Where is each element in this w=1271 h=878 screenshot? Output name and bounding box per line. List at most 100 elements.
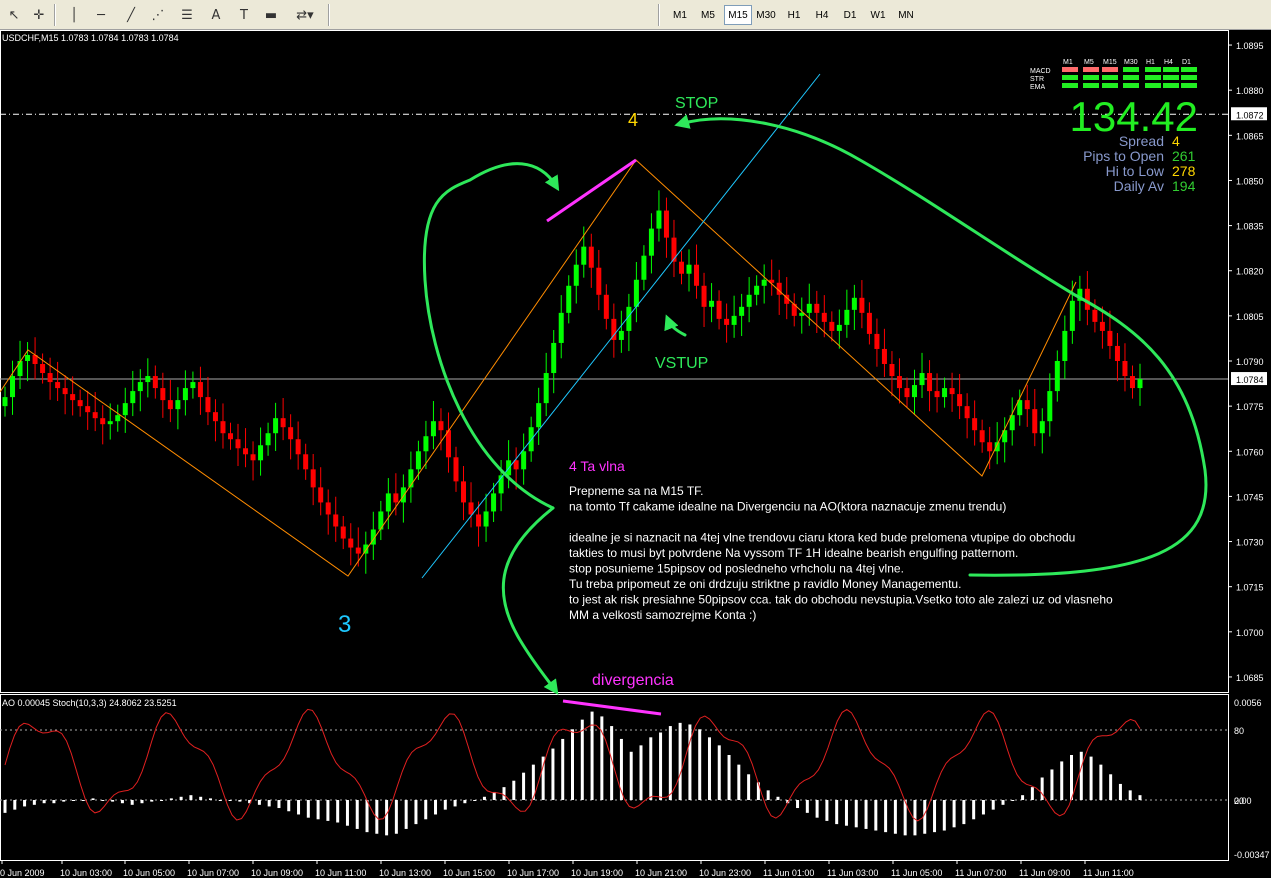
timeframe-h4-button[interactable]: H4 [810, 5, 834, 25]
candle-body [1069, 300, 1075, 331]
signal-cell [1083, 83, 1099, 88]
candle-body [453, 457, 459, 482]
crosshair-icon[interactable]: ✛ [28, 4, 50, 26]
arrow-cursor-icon[interactable]: ↖ [3, 4, 25, 26]
ao-bar [1040, 777, 1044, 800]
candle-body [919, 373, 925, 386]
time-axis-label: 10 Jun 05:00 [123, 868, 175, 878]
candle-body [731, 315, 737, 325]
price-axis-label: 1.0895 [1236, 41, 1264, 51]
divergencia-annotation: divergencia [592, 672, 674, 689]
ao-bar [424, 800, 428, 820]
candle-body [761, 279, 767, 286]
ao-bar [130, 800, 134, 805]
timeframe-m5-button[interactable]: M5 [696, 5, 720, 25]
time-axis-label: 0 Jun 2009 [0, 868, 45, 878]
ao-bar [854, 800, 858, 828]
ao-bar [933, 800, 937, 833]
chart-area[interactable]: 1.0895 1.0880 1.0865 1.0850 1.0835 1.0820 1.08… [0, 30, 1271, 878]
text-label-icon[interactable]: T [233, 4, 255, 26]
ao-bar [277, 800, 281, 809]
timeframe-d1-button[interactable]: D1 [838, 5, 862, 25]
candlestick-series [2, 190, 1143, 574]
signal-cell [1163, 75, 1179, 80]
candle-body [686, 264, 692, 274]
signal-cell [1123, 83, 1139, 88]
ao-bar [678, 722, 682, 800]
candle-body [927, 373, 933, 392]
candle-body [754, 285, 760, 295]
candle-body [400, 487, 406, 503]
candle-body [152, 376, 158, 389]
fibonacci-fan-icon[interactable]: ⋰ [147, 4, 169, 26]
price-axis-label: 1.0775 [1236, 402, 1264, 412]
ao-divergence-line [562, 699, 662, 716]
zigzag-line [0, 159, 1077, 577]
note-line: takties to musi byt potvrdene Na vyssom … [569, 546, 1018, 560]
candle-body [874, 333, 880, 349]
ao-bar [355, 800, 359, 829]
text-icon[interactable]: A [205, 4, 227, 26]
candle-body [1047, 391, 1053, 422]
candle-body [205, 397, 211, 413]
horizontal-line-icon[interactable]: ─ [90, 4, 112, 26]
ao-bar [1099, 764, 1103, 800]
ao-bar [287, 800, 291, 812]
signal-cell [1102, 67, 1118, 72]
ao-bar [414, 800, 418, 825]
ao-bar [1050, 769, 1054, 800]
info-row-label: MACD [1030, 68, 1051, 75]
timeframe-w1-button[interactable]: W1 [866, 5, 890, 25]
candle-body [836, 324, 842, 331]
candle-body [581, 246, 587, 265]
ao-bar [805, 800, 809, 813]
candle-body [1122, 361, 1128, 377]
timeframe-m15-button[interactable]: M15 [724, 5, 752, 25]
ao-bar [580, 719, 584, 800]
ao-bar [991, 800, 995, 810]
rectangle-icon[interactable]: ▬ [260, 4, 282, 26]
candle-body [851, 297, 857, 310]
ao-bar [571, 729, 574, 800]
signal-cell [1062, 67, 1078, 72]
toolbar-separator [328, 4, 330, 26]
candle-body [1137, 379, 1143, 389]
ao-bar [23, 800, 27, 807]
candle-body [468, 502, 474, 515]
ao-bar [1109, 774, 1113, 800]
candle-body [543, 373, 549, 404]
candle-body [182, 388, 188, 401]
candle-body [678, 261, 684, 274]
candle-body [1107, 330, 1113, 346]
ao-bar [394, 800, 398, 834]
trendline-icon[interactable]: ╱ [120, 4, 142, 26]
candle-body [258, 445, 264, 461]
ao-bar [257, 800, 261, 805]
indicator-pane[interactable]: AO 0.00045 Stoch(10,3,3) 24.8062 23.5251… [0, 694, 1270, 878]
candle-body [288, 427, 294, 440]
candle-body [724, 318, 730, 325]
candle-body [671, 237, 677, 262]
price-axis-label: 1.0715 [1236, 583, 1264, 593]
timeframe-m1-button[interactable]: M1 [668, 5, 692, 25]
candle-body [295, 439, 301, 455]
arrow-to-divergence [501, 506, 559, 695]
candle-body [912, 385, 918, 398]
ao-bar [747, 774, 751, 800]
vertical-line-icon[interactable]: │ [63, 4, 85, 26]
timeframe-h1-button[interactable]: H1 [782, 5, 806, 25]
chart-header: USDCHF,M15 1.0783 1.0784 1.0783 1.0784 [2, 33, 179, 43]
timeframe-mn-button[interactable]: MN [894, 5, 918, 25]
arrows-menu-icon[interactable]: ⇄▾ [290, 4, 320, 26]
timeframe-m30-button[interactable]: M30 [752, 5, 780, 25]
candle-body [881, 348, 887, 365]
candle-body [1114, 345, 1120, 361]
ao-bar [1011, 800, 1015, 801]
price-axis-label: 1.0745 [1236, 492, 1264, 502]
toolbar-separator [658, 4, 660, 26]
signal-cell [1083, 75, 1099, 80]
candle-body [348, 538, 354, 548]
ao-bar [668, 726, 672, 800]
price-axis-label: 1.0700 [1236, 628, 1264, 638]
fibonacci-retracement-icon[interactable]: ☰ [176, 4, 198, 26]
